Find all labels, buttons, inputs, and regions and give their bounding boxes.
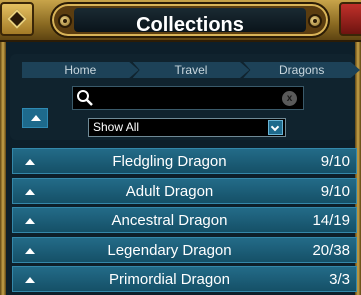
menu-button[interactable] xyxy=(0,2,34,36)
collection-count: 20/38 xyxy=(312,241,350,259)
collection-count: 9/10 xyxy=(320,153,350,170)
collection-list: Fledgling Dragon 9/10 Adult Dragon 9/10 … xyxy=(12,148,357,295)
rivet-icon xyxy=(308,14,322,28)
search-icon xyxy=(77,90,93,106)
breadcrumb: Home Travel Dragons xyxy=(22,62,361,78)
triangle-up-icon xyxy=(31,115,41,121)
filter-select[interactable]: Show All xyxy=(88,118,286,137)
collection-name: Ancestral Dragon xyxy=(111,212,228,229)
expand-icon[interactable] xyxy=(25,247,35,254)
dropdown-button[interactable] xyxy=(268,120,283,135)
collection-name: Legendary Dragon xyxy=(107,241,232,259)
title-plate: Collections xyxy=(74,8,306,36)
collection-name: Fledgling Dragon xyxy=(112,153,227,170)
collection-name: Primordial Dragon xyxy=(109,271,230,288)
list-item[interactable]: Adult Dragon 9/10 xyxy=(12,177,357,204)
collection-count: 3/3 xyxy=(329,271,350,288)
list-item[interactable]: Legendary Dragon 20/38 xyxy=(12,236,357,263)
collection-count: 9/10 xyxy=(320,182,350,200)
close-button[interactable] xyxy=(339,2,361,36)
left-border xyxy=(0,42,6,295)
breadcrumb-travel[interactable]: Travel xyxy=(132,62,250,78)
breadcrumb-home[interactable]: Home xyxy=(22,62,139,78)
diamond-icon xyxy=(7,9,27,29)
collection-name: Adult Dragon xyxy=(125,182,214,200)
expand-icon[interactable] xyxy=(25,277,35,283)
list-item[interactable]: Ancestral Dragon 14/19 xyxy=(12,207,357,233)
rivet-icon xyxy=(58,14,72,28)
title-bar: Collections xyxy=(0,0,361,42)
collection-count: 14/19 xyxy=(312,212,350,229)
page-title: Collections xyxy=(136,14,244,36)
list-item[interactable]: Primordial Dragon 3/3 xyxy=(12,266,357,292)
list-item[interactable]: Fledgling Dragon 9/10 xyxy=(12,148,357,174)
title-frame: Collections xyxy=(50,2,330,38)
collapse-all-button[interactable] xyxy=(22,108,48,128)
search-input[interactable]: x xyxy=(72,86,304,110)
filter-select-value: Show All xyxy=(93,120,140,134)
clear-search-button[interactable]: x xyxy=(282,91,297,106)
chevron-down-icon xyxy=(270,122,280,132)
expand-icon[interactable] xyxy=(25,218,35,224)
expand-icon[interactable] xyxy=(25,188,35,195)
expand-icon[interactable] xyxy=(25,159,35,165)
breadcrumb-dragons[interactable]: Dragons xyxy=(243,62,361,78)
